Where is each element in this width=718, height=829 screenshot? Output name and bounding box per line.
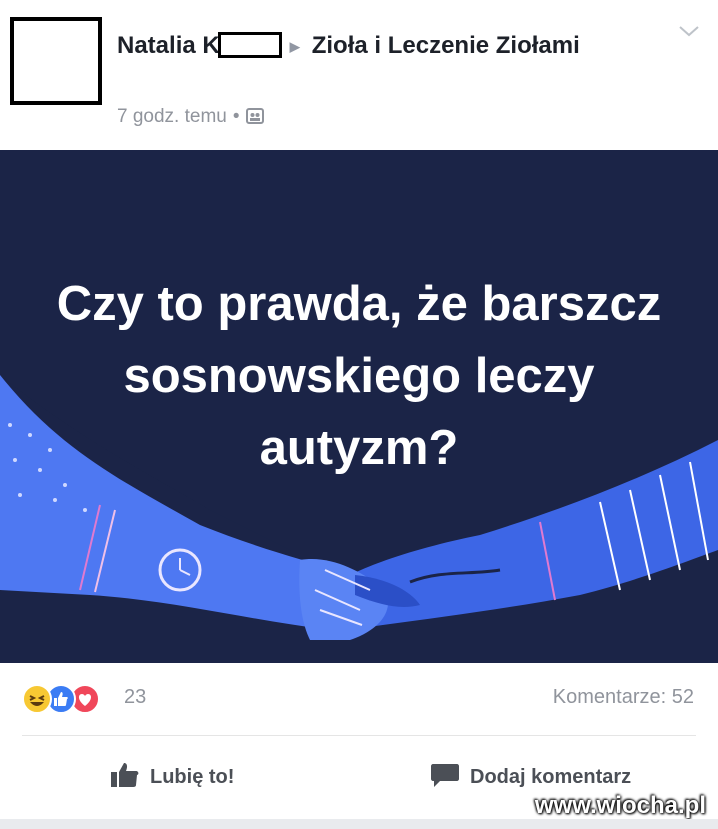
haha-reaction-icon xyxy=(22,684,52,714)
chevron-down-icon[interactable] xyxy=(678,24,699,38)
author-avatar-redacted[interactable] xyxy=(10,17,102,105)
image-headline: Czy to prawda, że barszcz sosnowskiego l… xyxy=(56,277,662,475)
reactions-count[interactable]: 23 xyxy=(124,686,146,709)
redaction-box xyxy=(217,32,282,58)
post-meta: 7 godz. temu • xyxy=(117,106,264,131)
author-name[interactable]: Natalia K xyxy=(117,32,220,59)
comment-button[interactable]: Dodaj komentarz xyxy=(430,762,631,789)
post-image[interactable]: Czy to prawda, że barszcz sosnowskiego l… xyxy=(0,150,718,663)
post-header-title: Natalia K ▶ Zioła i Leczenie Ziołami xyxy=(117,30,657,63)
thumbs-up-icon xyxy=(111,763,139,787)
divider xyxy=(22,735,696,736)
comment-label: Dodaj komentarz xyxy=(470,766,632,788)
like-label: Lubię to! xyxy=(150,766,235,788)
group-audience-icon xyxy=(245,107,264,131)
like-button[interactable]: Lubię to! xyxy=(110,762,234,789)
watermark: www.wiocha.pl xyxy=(534,792,706,819)
bottom-bar xyxy=(0,819,718,829)
meta-separator: • xyxy=(232,106,240,127)
comment-icon xyxy=(431,764,459,787)
group-name[interactable]: Zioła i Leczenie Ziołami xyxy=(312,32,580,59)
post-timestamp[interactable]: 7 godz. temu xyxy=(117,106,227,127)
comments-count[interactable]: Komentarze: 52 xyxy=(553,686,694,709)
arrow-right-icon: ▶ xyxy=(289,39,300,54)
